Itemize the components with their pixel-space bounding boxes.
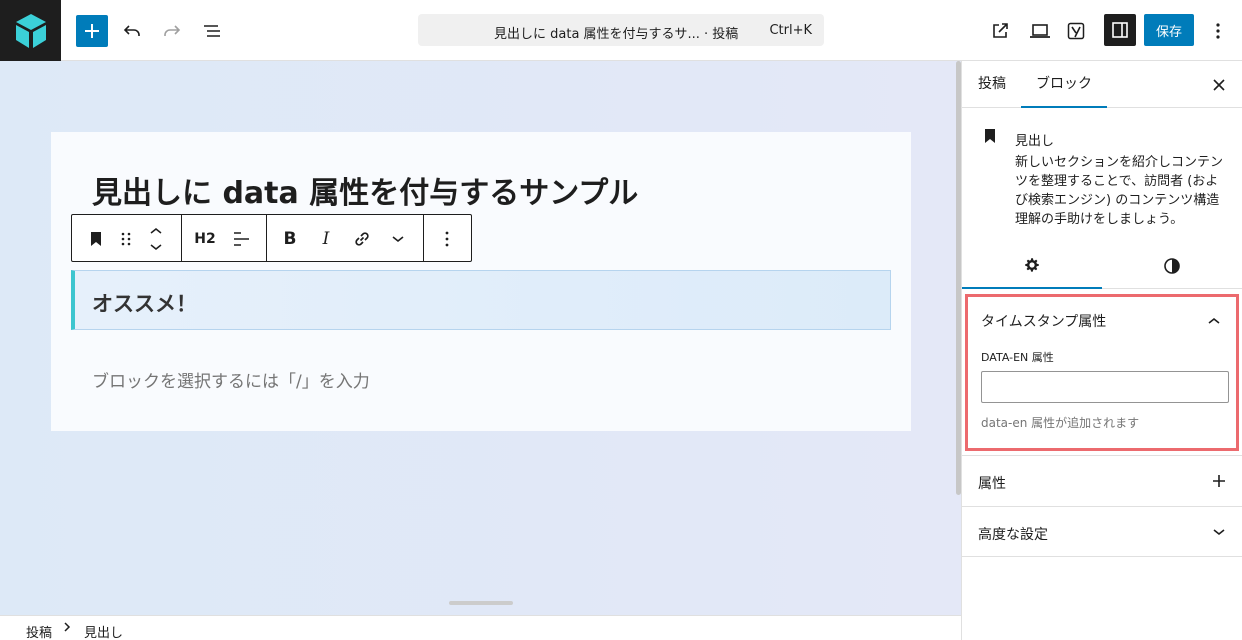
logo-icon (15, 13, 46, 48)
panel-title: 高度な設定 (978, 527, 1048, 543)
settings-sidebar-toggle[interactable] (1104, 14, 1136, 46)
editor-content: 見出しに data 属性を付与するサンプル H2 B I オススメ！ ブロックを… (51, 132, 911, 431)
heading-level-button[interactable]: H2 (191, 225, 219, 253)
document-type: · 投稿 (704, 27, 739, 42)
command-palette-bar[interactable]: 見出しに data 属性を付与するサ... · 投稿 Ctrl+K (418, 14, 824, 46)
block-card-description: 新しいセクションを紹介しコンテンツを整理することで、訪問者 (および検索エンジン… (1015, 155, 1224, 227)
align-button[interactable] (227, 225, 255, 253)
tab-settings[interactable] (962, 243, 1102, 289)
editor-header: 見出しに data 属性を付与するサ... · 投稿 Ctrl+K 保存 (0, 0, 1242, 61)
view-post-button[interactable] (984, 15, 1016, 47)
block-inspector-tabs (962, 243, 1242, 289)
gear-icon (1025, 258, 1039, 272)
attributes-panel[interactable]: 属性 (962, 455, 1242, 506)
document-overview-button[interactable] (196, 15, 228, 47)
close-sidebar-button[interactable] (1209, 75, 1229, 95)
block-type-button[interactable] (82, 225, 110, 253)
heading-text: オススメ！ (92, 292, 197, 316)
toolbar-divider (423, 215, 424, 261)
external-link-icon (993, 23, 1008, 38)
chevron-up-down-icon (150, 228, 162, 250)
chevron-right-icon (62, 620, 72, 638)
breadcrumb-item-heading[interactable]: 見出し (84, 622, 123, 640)
data-en-field-label: DATA-EN 属性 (981, 351, 1054, 364)
empty-block-placeholder[interactable]: ブロックを選択するには「/」を入力 (92, 367, 370, 392)
sidebar-icon (1112, 22, 1128, 38)
bookmark-icon (91, 232, 101, 246)
chevron-down-icon (392, 236, 404, 243)
plus-icon (85, 24, 99, 38)
tab-post[interactable]: 投稿 (978, 61, 1006, 108)
chevron-up-icon[interactable] (1204, 311, 1224, 331)
block-toolbar: H2 B I (71, 214, 472, 262)
yoast-icon (1067, 22, 1085, 40)
tab-styles[interactable] (1102, 243, 1242, 289)
close-icon (1213, 79, 1225, 91)
document-title: 見出しに data 属性を付与するサ... (494, 27, 700, 42)
toolbar-divider (266, 215, 267, 261)
block-card-title: 見出し (1015, 134, 1055, 149)
data-en-help-text: data-en 属性が追加されます (981, 416, 1140, 430)
canvas-resize-handle[interactable] (449, 601, 513, 605)
advanced-settings-panel[interactable]: 高度な設定 (962, 506, 1242, 557)
block-options-button[interactable] (433, 225, 461, 253)
align-left-icon (234, 232, 249, 246)
more-vertical-icon (1216, 23, 1220, 39)
add-block-button[interactable] (76, 15, 108, 47)
drag-handle[interactable] (112, 225, 140, 253)
settings-sidebar: 投稿 ブロック 見出し 新しいセクションを紹介しコンテンツを整理することで、訪問… (961, 61, 1242, 640)
bold-button[interactable]: B (276, 225, 304, 253)
save-button[interactable]: 保存 (1144, 14, 1194, 46)
data-en-input[interactable] (981, 371, 1229, 403)
panel-title: 属性 (978, 476, 1006, 492)
bookmark-icon (982, 128, 998, 148)
laptop-icon (1030, 24, 1050, 38)
italic-button[interactable]: I (312, 225, 340, 253)
sidebar-tabs: 投稿 ブロック (962, 61, 1242, 108)
yoast-seo-button[interactable] (1060, 15, 1092, 47)
plus-icon (1209, 471, 1229, 491)
list-view-icon (204, 25, 220, 37)
editor-canvas[interactable]: 見出しに data 属性を付与するサンプル H2 B I オススメ！ ブロックを… (0, 61, 961, 615)
site-logo[interactable] (0, 0, 61, 61)
redo-button[interactable] (156, 15, 188, 47)
breadcrumb-item-post[interactable]: 投稿 (26, 622, 52, 640)
undo-button[interactable] (116, 15, 148, 47)
toolbar-divider (181, 215, 182, 261)
block-breadcrumb: 投稿 見出し (0, 615, 961, 640)
link-icon (355, 232, 369, 246)
options-menu-button[interactable] (1202, 15, 1234, 47)
tab-block[interactable]: ブロック (1021, 61, 1107, 108)
undo-icon (123, 25, 140, 36)
drag-icon (121, 232, 131, 246)
post-title[interactable]: 見出しに data 属性を付与するサンプル (92, 168, 638, 212)
timestamp-attribute-panel: タイムスタンプ属性 DATA-EN 属性 data-en 属性が追加されます (965, 294, 1239, 451)
contrast-icon (1164, 258, 1180, 274)
redo-icon (164, 25, 181, 36)
more-formatting-button[interactable] (384, 225, 412, 253)
chevron-down-icon (1209, 522, 1229, 542)
more-vertical-icon (445, 231, 449, 247)
heading-block[interactable]: オススメ！ (71, 270, 891, 330)
move-up-down-button[interactable] (142, 225, 170, 253)
keyboard-shortcut: Ctrl+K (769, 23, 812, 38)
preview-device-button[interactable] (1024, 15, 1056, 47)
link-button[interactable] (348, 225, 376, 253)
panel-title[interactable]: タイムスタンプ属性 (981, 311, 1106, 331)
